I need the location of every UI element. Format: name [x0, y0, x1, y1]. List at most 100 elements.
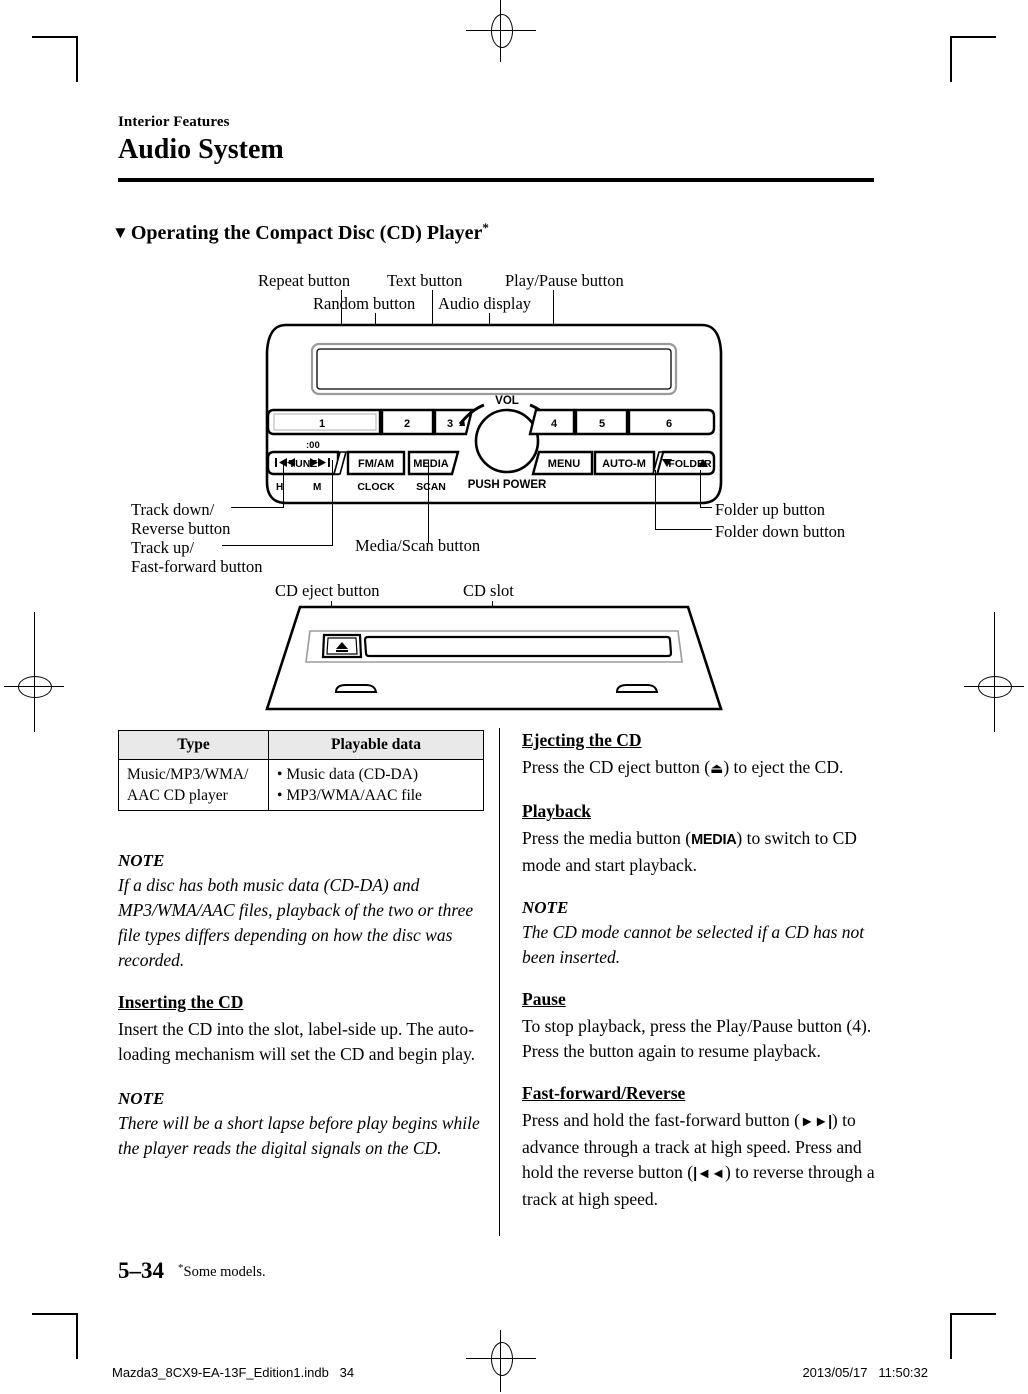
leader-trackup-v: [332, 460, 333, 545]
note-block-disc-types: NOTE If a disc has both music data (CD-D…: [118, 848, 480, 973]
section-inserting-the-cd: Inserting the CD Insert the CD into the …: [118, 990, 480, 1067]
note-body: There will be a short lapse before play …: [118, 1113, 480, 1158]
svg-text:MEDIA: MEDIA: [413, 458, 449, 470]
body-inserting-the-cd: Insert the CD into the slot, label-side …: [118, 1019, 476, 1064]
section-pause: Pause To stop playback, press the Play/P…: [522, 987, 884, 1064]
leader-trackdown-v: [283, 460, 284, 507]
label-folder-up-button: Folder up button: [715, 500, 825, 519]
note-block-cd-mode: NOTE The CD mode cannot be selected if a…: [522, 895, 884, 970]
label-media-scan-button: Media/Scan button: [355, 536, 481, 555]
svg-text:FM/AM: FM/AM: [358, 458, 394, 470]
page-number: 5–34: [118, 1258, 164, 1283]
svg-text:6: 6: [666, 418, 672, 430]
print-file-name: Mazda3_8CX9-EA-13F_Edition1.indb 34: [112, 1365, 355, 1380]
svg-text:1: 1: [319, 418, 325, 430]
body-pause-1: To stop playback, press the Play/Pause b…: [522, 1016, 872, 1036]
section-fast-forward-reverse: Fast-forward/Reverse Press and hold the …: [522, 1081, 884, 1212]
label-folder-down-button: Folder down button: [715, 522, 846, 541]
list-item: • MP3/WMA/AAC file: [277, 787, 422, 804]
svg-text:4: 4: [551, 418, 558, 430]
svg-text:PUSH POWER: PUSH POWER: [468, 479, 547, 491]
leader-folderup-v: [700, 470, 701, 507]
heading-inserting-the-cd: Inserting the CD: [118, 992, 244, 1012]
header-rule: [118, 178, 874, 182]
svg-text:AUTO-M: AUTO-M: [602, 458, 646, 470]
table-header-playable-data: Playable data: [268, 730, 484, 760]
left-text-column: NOTE If a disc has both music data (CD-D…: [118, 848, 480, 1161]
leader-folderdown-h: [655, 529, 712, 530]
section-heading-text: Operating the Compact Disc (CD) Player: [130, 222, 483, 244]
fast-forward-icon: ►►|: [800, 1114, 832, 1130]
note-block-short-lapse: NOTE There will be a short lapse before …: [118, 1086, 480, 1161]
section-heading: ▼ Operating the Compact Disc (CD) Player*: [112, 220, 489, 245]
body-playback: Press the media button (MEDIA) to switch…: [522, 828, 857, 875]
crop-mark-bottom-right-h: [950, 1313, 996, 1315]
breadcrumb-section: Interior Features: [118, 114, 230, 130]
crop-mark-top-left-h: [32, 36, 78, 38]
eject-icon: ⏏: [710, 761, 724, 777]
fold-mark-right: [994, 612, 995, 732]
section-playback: Playback Press the media button (MEDIA) …: [522, 799, 884, 878]
heading-pause: Pause: [522, 989, 566, 1009]
svg-text:VOL: VOL: [495, 395, 519, 407]
leader-folderup-h: [700, 507, 712, 508]
column-divider: [499, 728, 500, 1236]
crop-mark-top-right-h: [950, 36, 996, 38]
note-label: NOTE: [522, 898, 569, 917]
table-cell-playable-data: • Music data (CD-DA) • MP3/WMA/AAC file: [268, 759, 484, 811]
body-fast-forward-reverse: Press and hold the fast-forward button (…: [522, 1110, 875, 1209]
label-track-up-fastforward: Track up/ Fast-forward button: [131, 538, 263, 576]
table-cell-type: Music/MP3/WMA/ AAC CD player: [118, 759, 269, 811]
svg-text:SCAN: SCAN: [416, 481, 446, 493]
heading-ejecting-the-cd: Ejecting the CD: [522, 730, 642, 750]
svg-text:MENU: MENU: [548, 458, 580, 470]
table-header-type: Type: [118, 730, 269, 760]
fold-mark-left: [34, 612, 35, 732]
label-random-button: Random button: [313, 294, 416, 313]
svg-text:3: 3: [447, 418, 453, 430]
label-audio-display: Audio display: [438, 294, 532, 313]
label-cd-slot: CD slot: [463, 581, 514, 600]
svg-text:5: 5: [599, 418, 605, 430]
cd-slot-panel-diagram: [265, 605, 723, 711]
label-text-button: Text button: [387, 271, 463, 290]
leader-trackup-h: [222, 545, 333, 546]
crop-mark-bottom-left-h: [32, 1313, 78, 1315]
print-timestamp: 2013/05/17 11:50:32: [802, 1365, 928, 1380]
label-repeat-button: Repeat button: [258, 271, 351, 290]
note-body: If a disc has both music data (CD-DA) an…: [118, 875, 474, 970]
triangle-bullet-icon: ▼: [112, 223, 129, 242]
svg-text:M: M: [313, 482, 321, 493]
label-play-pause-button: Play/Pause button: [505, 271, 624, 290]
body-ejecting-the-cd: Press the CD eject button (⏏) to eject t…: [522, 757, 844, 777]
label-cd-eject-button: CD eject button: [275, 581, 380, 600]
right-text-column: Ejecting the CD Press the CD eject butto…: [522, 728, 884, 1212]
crop-mark-top-left-v: [76, 36, 78, 82]
crop-mark-bottom-left-v: [76, 1313, 78, 1359]
heading-fast-forward-reverse: Fast-forward/Reverse: [522, 1083, 686, 1103]
section-ejecting-the-cd: Ejecting the CD Press the CD eject butto…: [522, 728, 884, 782]
crop-mark-bottom-right-v: [950, 1313, 952, 1359]
playable-data-table: Type Playable data Music/MP3/WMA/ AAC CD…: [118, 730, 484, 811]
reverse-icon: |◄◄: [693, 1166, 725, 1182]
note-body: The CD mode cannot be selected if a CD h…: [522, 922, 865, 967]
note-label: NOTE: [118, 851, 165, 870]
leader-folderdown-v: [655, 470, 656, 529]
table-header-row: Type Playable data: [118, 730, 484, 760]
leader-mediascan-v: [428, 460, 429, 543]
page-title: Audio System: [118, 134, 284, 165]
svg-text::00: :00: [306, 440, 320, 451]
list-item: • Music data (CD-DA): [277, 766, 419, 783]
leader-trackdown-h: [231, 507, 284, 508]
heading-playback: Playback: [522, 801, 592, 821]
page-footnote: *Some models.: [178, 1262, 266, 1280]
media-button-glyph: MEDIA: [691, 832, 737, 848]
body-pause-2: Press the button again to resume playbac…: [522, 1041, 821, 1061]
svg-text:CLOCK: CLOCK: [357, 481, 395, 493]
footnote-marker: *: [482, 220, 489, 235]
label-track-down-reverse: Track down/ Reverse button: [131, 500, 231, 538]
crop-mark-top-right-v: [950, 36, 952, 82]
note-label: NOTE: [118, 1089, 165, 1108]
table-row: Music/MP3/WMA/ AAC CD player • Music dat…: [118, 759, 484, 811]
svg-text:2: 2: [404, 418, 410, 430]
